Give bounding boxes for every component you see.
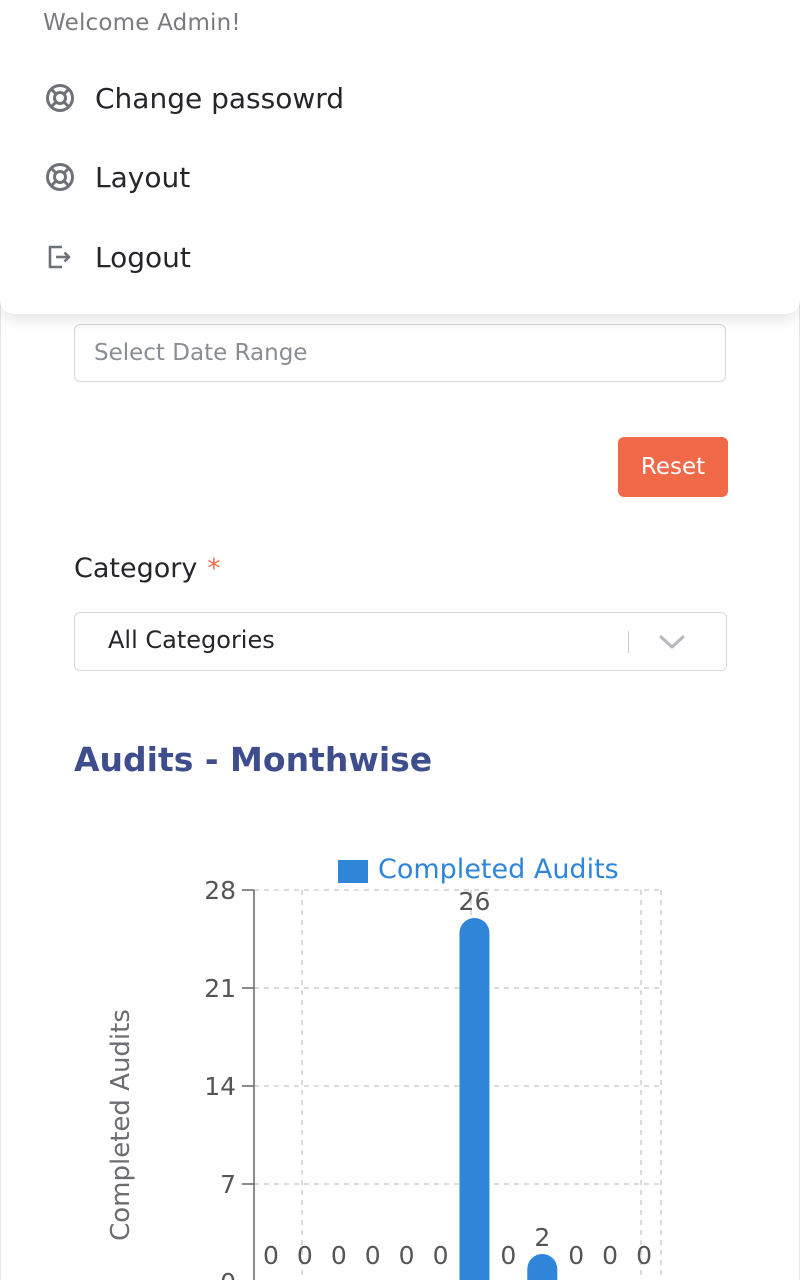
menu-item-logout[interactable]: Logout	[44, 232, 684, 282]
data-label: 0	[263, 1241, 279, 1270]
legend-label: Completed Audits	[378, 854, 619, 885]
user-dropdown-menu: Welcome Admin! Change passowrd Layout Lo…	[0, 0, 800, 314]
y-tick-label: 7	[220, 1170, 236, 1199]
bar	[459, 918, 490, 1280]
data-label: 0	[297, 1241, 313, 1270]
data-label: 26	[459, 887, 491, 916]
y-tick-label: 21	[204, 974, 236, 1003]
logout-icon	[44, 241, 76, 273]
reset-button[interactable]: Reset	[618, 437, 728, 497]
data-label: 0	[602, 1241, 618, 1270]
menu-item-layout[interactable]: Layout	[44, 152, 684, 202]
menu-item-change-password[interactable]: Change passowrd	[44, 73, 684, 123]
required-star: *	[207, 554, 221, 584]
category-label-text: Category	[74, 553, 198, 584]
data-label: 0	[433, 1241, 449, 1270]
data-label: 2	[534, 1223, 550, 1252]
data-label: 0	[399, 1241, 415, 1270]
audits-chart: 0 7 14 21 28 Completed Audits Completed Audits…	[106, 854, 662, 1280]
data-label: 0	[568, 1241, 584, 1270]
menu-item-label: Logout	[95, 240, 191, 274]
bar	[527, 1254, 558, 1280]
data-label: 0	[365, 1241, 381, 1270]
welcome-text: Welcome Admin!	[43, 10, 241, 36]
lifebuoy-icon	[44, 82, 76, 114]
legend-swatch	[338, 860, 368, 883]
select-separator	[628, 631, 629, 653]
chart-title: Audits - Monthwise	[74, 740, 433, 779]
data-label: 0	[636, 1241, 652, 1270]
y-axis-title: Completed Audits	[106, 1009, 136, 1241]
y-tick-label: 0	[220, 1268, 236, 1280]
data-label: 0	[331, 1241, 347, 1270]
chevron-down-icon[interactable]	[657, 629, 687, 655]
data-label: 0	[500, 1241, 516, 1270]
y-tick-label: 28	[204, 876, 236, 905]
category-select[interactable]: All Categories	[74, 612, 727, 671]
category-select-value: All Categories	[108, 626, 275, 654]
menu-item-label: Change passowrd	[95, 81, 345, 115]
lifebuoy-icon	[44, 161, 76, 193]
date-range-input[interactable]	[74, 324, 726, 382]
menu-item-label: Layout	[95, 160, 191, 194]
y-tick-label: 14	[204, 1072, 236, 1101]
category-label: Category *	[74, 553, 220, 584]
